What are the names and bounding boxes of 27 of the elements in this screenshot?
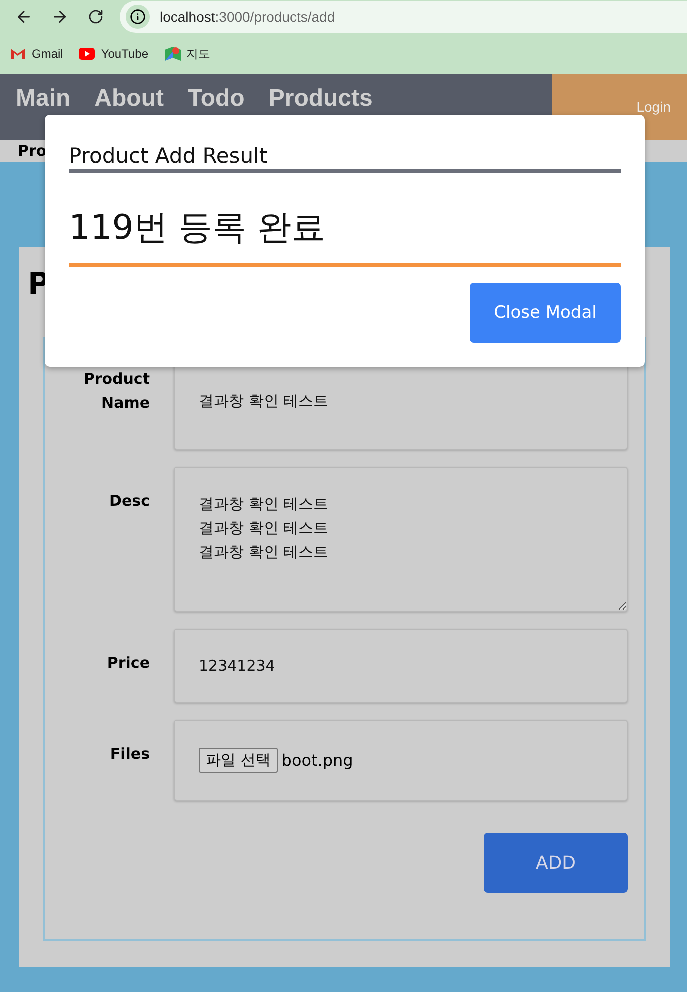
bookmark[interactable]: YouTube [79,47,148,61]
nav-link[interactable]: Main [16,85,71,113]
address-bar[interactable]: localhost:3000/products/add [120,1,687,33]
bookmark[interactable]: Gmail [10,47,64,61]
description-field[interactable]: 결과창 확인 테스트 결과창 확인 테스트 결과창 확인 테스트 [174,467,628,612]
field-label: Files [109,744,150,765]
choose-file-button[interactable]: 파일 선택 [199,748,278,773]
close-modal-button[interactable]: Close Modal [470,283,621,343]
map-pin-icon [164,46,180,62]
add-button[interactable]: ADD [484,833,628,893]
nav-link[interactable]: About [94,85,164,113]
mail-icon [10,48,26,60]
field-label: Price [106,653,150,674]
info-icon[interactable] [130,9,146,25]
arrow-right-icon[interactable] [51,8,69,26]
modal-title: Product Add Result [69,143,621,173]
field-label: Desc [108,491,150,512]
field-label: Product Name [82,369,150,414]
nav-link[interactable]: Products [268,85,373,113]
play-icon [79,48,96,60]
sub-bar-label: Pro [18,142,47,160]
file-name: boot.png [282,751,354,770]
bookmark[interactable]: 지도 [164,46,210,62]
modal-message: 119번 등록 완료 [69,203,621,267]
reload-icon[interactable] [88,9,104,25]
text-field[interactable]: 12341234 [174,629,628,703]
nav-link[interactable]: Todo [188,85,245,113]
